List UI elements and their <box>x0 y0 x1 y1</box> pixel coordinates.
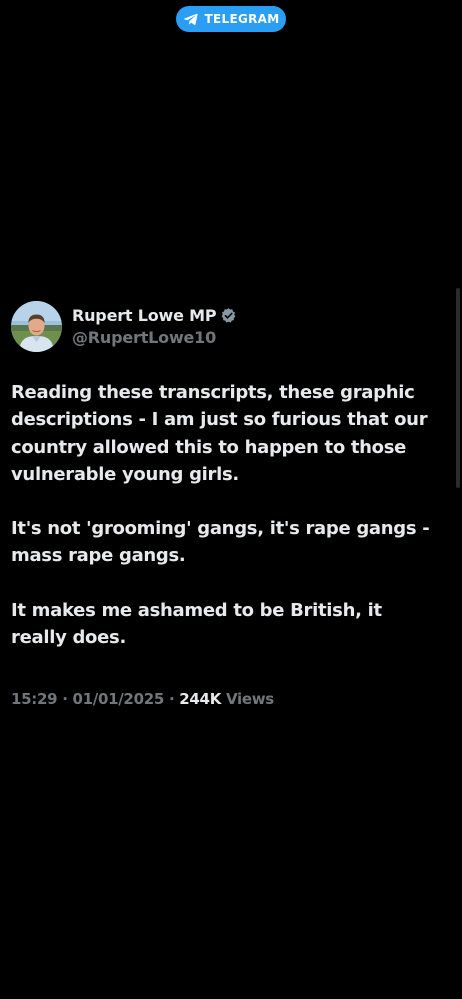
telegram-badge-label: TELEGRAM <box>204 12 280 26</box>
author-display-name[interactable]: Rupert Lowe MP <box>72 306 217 325</box>
author-name-row: Rupert Lowe MP <box>72 306 237 325</box>
telegram-badge[interactable]: TELEGRAM <box>176 6 286 32</box>
tweet-text: Reading these transcripts, these graphic… <box>11 379 441 651</box>
views-label: Views <box>225 690 274 709</box>
tweet-time[interactable]: 15:29 <box>11 690 58 708</box>
telegram-plane-icon <box>183 13 198 26</box>
verified-badge-icon <box>221 307 236 323</box>
scrollbar[interactable] <box>456 288 460 488</box>
tweet-author: Rupert Lowe MP @RupertLowe10 <box>11 300 441 352</box>
tweet-paragraph: It's not 'grooming' gangs, it's rape gan… <box>11 518 430 567</box>
views-count: 244K <box>179 690 222 709</box>
tweet-paragraph: Reading these transcripts, these graphic… <box>11 382 428 485</box>
avatar-image <box>11 300 62 352</box>
tweet-paragraph: It makes me ashamed to be British, it re… <box>11 599 382 649</box>
tweet-meta: 15:29 · 01/01/2025 · 244K Views <box>11 690 441 708</box>
meta-separator: · <box>62 690 68 709</box>
avatar[interactable] <box>11 300 62 352</box>
author-handle[interactable]: @RupertLowe10 <box>72 328 237 347</box>
tweet-card: Rupert Lowe MP @RupertLowe10 Reading the… <box>11 300 441 708</box>
author-info: Rupert Lowe MP @RupertLowe10 <box>72 306 237 347</box>
tweet-date[interactable]: 01/01/2025 <box>73 690 165 708</box>
meta-separator: · <box>168 690 175 709</box>
